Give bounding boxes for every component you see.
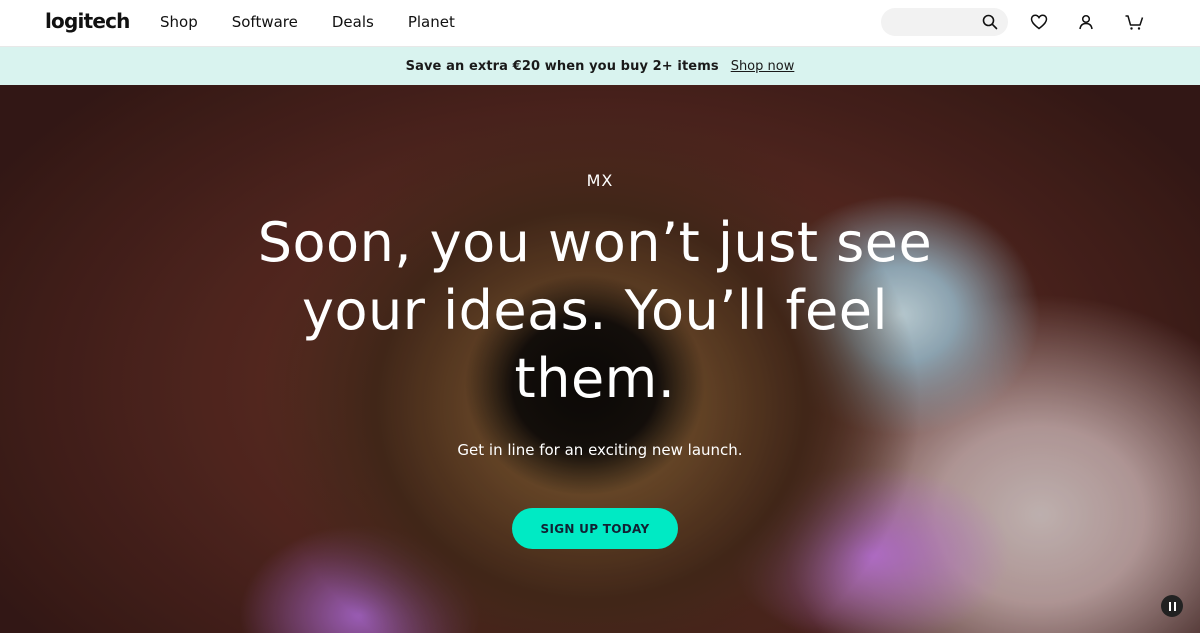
logitech-logo[interactable]: logitech — [45, 9, 130, 33]
site-header: logitech Shop Software Deals Planet — [0, 0, 1200, 47]
nav-software[interactable]: Software — [232, 13, 298, 31]
heart-icon[interactable] — [1029, 12, 1049, 32]
hero-subtext: Get in line for an exciting new launch. — [457, 441, 743, 459]
promo-text: Save an extra €20 when you buy 2+ items — [405, 58, 719, 74]
hero-eyebrow: MX — [586, 171, 614, 190]
main-nav: Shop Software Deals Planet — [160, 13, 489, 31]
hero-headline: Soon, you won’t just see your ideas. You… — [257, 211, 933, 410]
promo-banner: Save an extra €20 when you buy 2+ items … — [0, 47, 1200, 85]
nav-shop[interactable]: Shop — [160, 13, 198, 31]
search-icon[interactable] — [982, 14, 998, 30]
nav-planet[interactable]: Planet — [408, 13, 455, 31]
search-input[interactable] — [881, 8, 971, 36]
sign-up-button[interactable]: SIGN UP TODAY — [512, 508, 678, 549]
search-box — [881, 8, 1008, 36]
shop-now-link[interactable]: Shop now — [731, 59, 795, 74]
pause-icon[interactable] — [1161, 595, 1183, 617]
nav-deals[interactable]: Deals — [332, 13, 374, 31]
user-icon[interactable] — [1076, 12, 1096, 32]
hero-content: MX Soon, you won’t just see your ideas. … — [0, 85, 1200, 633]
cart-icon[interactable] — [1124, 12, 1144, 32]
hero-banner: MX Soon, you won’t just see your ideas. … — [0, 85, 1200, 633]
